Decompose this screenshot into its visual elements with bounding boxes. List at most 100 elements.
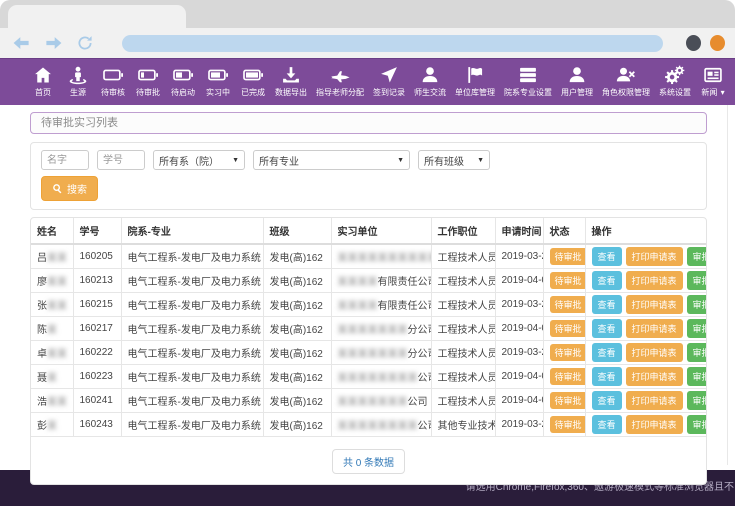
cell-status: 待审批 <box>543 364 585 388</box>
cell-job-title: 工程技术人员 <box>431 316 495 340</box>
nav-item-4[interactable]: 待启动 <box>170 64 196 98</box>
status-badge: 待审批 <box>550 344 586 361</box>
print-application-button[interactable]: 打印申请表 <box>626 247 683 266</box>
status-badge: 待审批 <box>550 392 586 409</box>
window-control-dark-dot[interactable] <box>686 35 701 51</box>
print-application-button[interactable]: 打印申请表 <box>626 391 683 410</box>
nav-item-8[interactable]: 指导老师分配 <box>316 64 364 98</box>
name-visible: 张 <box>37 301 47 312</box>
approve-button[interactable]: 审批通过 <box>687 367 707 386</box>
nav-item-3[interactable]: 待审批 <box>135 64 161 98</box>
print-application-button[interactable]: 打印申请表 <box>626 343 683 362</box>
cell-actions: 查看打印申请表审批通过 <box>585 316 707 340</box>
view-button[interactable]: 查看 <box>592 367 622 386</box>
status-badge: 待审批 <box>550 320 586 337</box>
view-button[interactable]: 查看 <box>592 343 622 362</box>
name-visible: 廖 <box>37 277 47 288</box>
nav-item-1[interactable]: 生源 <box>65 64 91 98</box>
class-select[interactable]: 所有班级 ▼ <box>418 150 490 170</box>
table-row: 陈某160217电气工程系-发电厂及电力系统发电(高)162某某某某某某某分公司… <box>31 316 707 340</box>
cell-apply-date: 2019-03-29 <box>495 340 543 364</box>
cell-job-title: 其他专业技术人员 <box>431 412 495 436</box>
cell-student-id: 160215 <box>73 292 121 316</box>
cell-apply-date: 2019-03-29 <box>495 244 543 268</box>
approve-button[interactable]: 审批通过 <box>687 247 707 266</box>
nav-item-label: 签到记录 <box>373 87 405 98</box>
cell-company: 某某某某某某某公司 <box>331 388 431 412</box>
refresh-button[interactable] <box>74 32 96 54</box>
column-header: 学号 <box>73 218 121 244</box>
nav-item-12[interactable]: 院系专业设置 <box>504 64 552 98</box>
cell-status: 待审批 <box>543 316 585 340</box>
approve-button[interactable]: 审批通过 <box>687 319 707 338</box>
company-suffix: 分公司 <box>408 349 432 360</box>
status-badge: 待审批 <box>550 248 586 265</box>
scrollbar-track[interactable] <box>727 105 728 465</box>
major-select[interactable]: 所有专业 ▼ <box>253 150 410 170</box>
internship-table: 姓名学号院系-专业班级实习单位工作职位申请时间状态操作 吕某某160205电气工… <box>31 218 707 437</box>
nav-item-10[interactable]: 师生交流 <box>414 64 446 98</box>
cell-department-major: 电气工程系-发电厂及电力系统 <box>121 292 263 316</box>
view-button[interactable]: 查看 <box>592 415 622 434</box>
cell-apply-date: 2019-03-29 <box>495 292 543 316</box>
view-button[interactable]: 查看 <box>592 295 622 314</box>
cell-job-title: 工程技术人员 <box>431 388 495 412</box>
nav-item-label: 待启动 <box>171 87 195 98</box>
print-application-button[interactable]: 打印申请表 <box>626 271 683 290</box>
nav-item-2[interactable]: 待审核 <box>100 64 126 98</box>
view-button[interactable]: 查看 <box>592 391 622 410</box>
cell-actions: 查看打印申请表审批通过 <box>585 412 707 436</box>
print-application-button[interactable]: 打印申请表 <box>626 319 683 338</box>
view-button[interactable]: 查看 <box>592 247 622 266</box>
name-redacted: 某 <box>47 373 57 384</box>
cell-actions: 查看打印申请表审批通过 <box>585 292 707 316</box>
approve-button[interactable]: 审批通过 <box>687 295 707 314</box>
print-application-button[interactable]: 打印申请表 <box>626 295 683 314</box>
nav-item-5[interactable]: 实习中 <box>205 64 231 98</box>
nav-item-15[interactable]: 系统设置 <box>659 64 691 98</box>
approve-button[interactable]: 审批通过 <box>687 415 707 434</box>
view-button[interactable]: 查看 <box>592 271 622 290</box>
nav-item-6[interactable]: 已完成 <box>240 64 266 98</box>
back-button[interactable] <box>10 32 32 54</box>
browser-tab[interactable] <box>8 5 186 28</box>
cell-apply-date: 2019-04-02 <box>495 268 543 292</box>
company-suffix: 公司 <box>418 373 432 384</box>
cell-job-title: 工程技术人员 <box>431 268 495 292</box>
department-select[interactable]: 所有系（院） ▼ <box>153 150 245 170</box>
forward-button[interactable] <box>42 32 64 54</box>
name-filter-input[interactable] <box>41 150 89 170</box>
nav-item-16[interactable]: 新闻 ▾ <box>700 64 726 98</box>
cell-department-major: 电气工程系-发电厂及电力系统 <box>121 364 263 388</box>
cell-student-name: 卓某某 <box>31 340 73 364</box>
address-bar[interactable] <box>122 35 663 52</box>
approve-button[interactable]: 审批通过 <box>687 391 707 410</box>
window-control-orange-dot[interactable] <box>710 35 725 51</box>
cell-company: 某某某某某某某分公司 <box>331 340 431 364</box>
student-id-filter-input[interactable] <box>97 150 145 170</box>
nav-item-0[interactable]: 首页 <box>30 64 56 98</box>
nav-item-label: 待审核 <box>101 87 125 98</box>
cell-actions: 查看打印申请表审批通过 <box>585 268 707 292</box>
print-application-button[interactable]: 打印申请表 <box>626 415 683 434</box>
cell-student-id: 160243 <box>73 412 121 436</box>
cell-student-name: 廖某某 <box>31 268 73 292</box>
pagination-total[interactable]: 共 0 条数据 <box>332 449 405 474</box>
cell-company: 某某某某有限责任公司 <box>331 268 431 292</box>
print-application-button[interactable]: 打印申请表 <box>626 367 683 386</box>
cell-job-title: 工程技术人员 <box>431 244 495 268</box>
search-button[interactable]: 搜索 <box>41 176 98 201</box>
view-button[interactable]: 查看 <box>592 319 622 338</box>
approve-button[interactable]: 审批通过 <box>687 271 707 290</box>
cell-student-name: 彭某 <box>31 412 73 436</box>
nav-item-14[interactable]: 角色权限管理 <box>602 64 650 98</box>
nav-item-9[interactable]: 签到记录 <box>373 64 405 98</box>
download-icon <box>281 64 301 85</box>
nav-item-7[interactable]: 数据导出 <box>275 64 307 98</box>
cell-actions: 查看打印申请表审批通过 <box>585 340 707 364</box>
approve-button[interactable]: 审批通过 <box>687 343 707 362</box>
cell-status: 待审批 <box>543 292 585 316</box>
nav-item-13[interactable]: 用户管理 <box>561 64 593 98</box>
nav-item-11[interactable]: 单位库管理 <box>455 64 495 98</box>
cell-company: 某某某某某某某分公司 <box>331 316 431 340</box>
